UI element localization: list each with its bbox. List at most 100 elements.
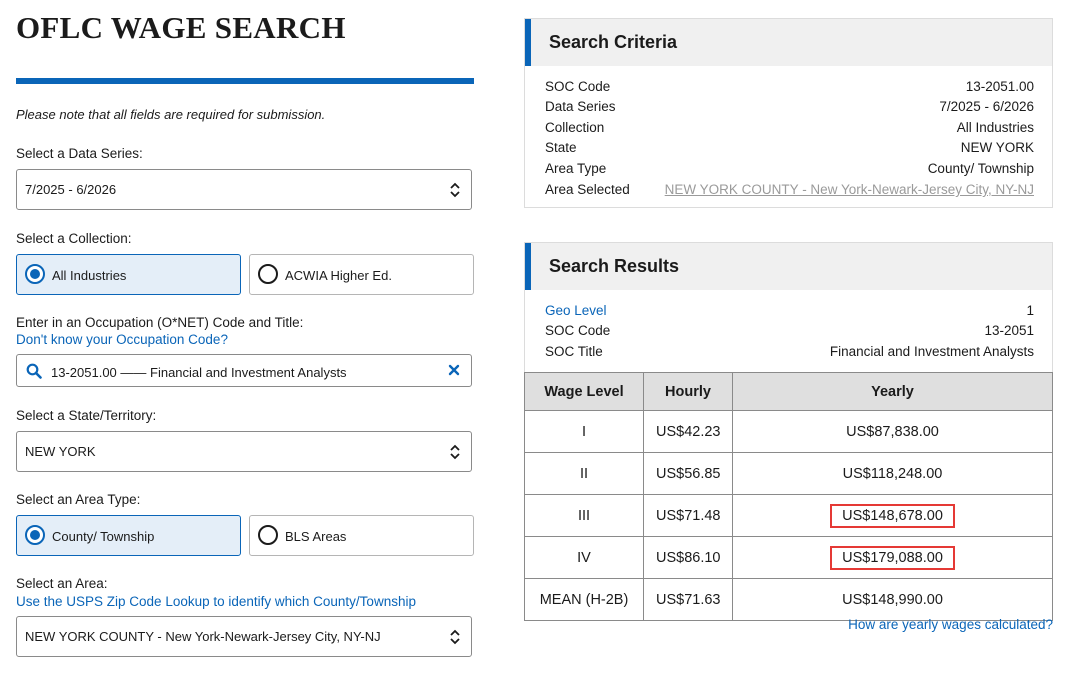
yearly-cell: US$148,990.00 xyxy=(732,578,1053,621)
area-label: Select an Area: xyxy=(16,576,108,591)
criteria-value: 13-2051.00 xyxy=(965,79,1034,94)
occupation-search-input[interactable]: 13-2051.00 —— Financial and Investment A… xyxy=(16,354,472,387)
clear-icon[interactable] xyxy=(447,363,461,377)
criteria-key: Area Selected xyxy=(545,182,630,197)
result-key: SOC Title xyxy=(545,344,603,359)
select-chevron-icon xyxy=(450,182,460,198)
criteria-row: Area Selected NEW YORK COUNTY - New York… xyxy=(545,182,1034,203)
criteria-key: State xyxy=(545,140,577,155)
criteria-row: Area Type County/ Township xyxy=(545,161,1034,182)
criteria-row: Data Series 7/2025 - 6/2026 xyxy=(545,99,1034,120)
area-value: NEW YORK COUNTY - New York-Newark-Jersey… xyxy=(25,629,381,644)
hourly-cell: US$42.23 xyxy=(643,410,733,453)
result-row: SOC Code 13-2051 xyxy=(545,323,1034,344)
state-label: Select a State/Territory: xyxy=(16,408,157,423)
yearly-value: US$118,248.00 xyxy=(842,465,943,482)
criteria-value: County/ Township xyxy=(927,161,1034,176)
result-value: Financial and Investment Analysts xyxy=(829,344,1034,359)
state-select[interactable]: NEW YORK xyxy=(16,431,472,472)
area-type-option-bls[interactable]: BLS Areas xyxy=(249,515,474,556)
title-divider xyxy=(16,78,474,84)
required-note: Please note that all fields are required… xyxy=(16,107,326,122)
radio-unselected-icon xyxy=(258,264,278,284)
area-select[interactable]: NEW YORK COUNTY - New York-Newark-Jersey… xyxy=(16,616,472,657)
result-value: 1 xyxy=(1026,303,1034,318)
wage-level-cell: I xyxy=(524,410,644,453)
search-criteria-header: Search Criteria xyxy=(525,19,1052,66)
yearly-value: US$148,990.00 xyxy=(842,591,943,608)
yearly-cell: US$148,678.00 xyxy=(732,494,1053,537)
table-row: III US$71.48 US$148,678.00 xyxy=(524,494,1053,537)
yearly-cell: US$179,088.00 xyxy=(732,536,1053,579)
wage-table-header-row: Wage Level Hourly Yearly xyxy=(524,372,1053,411)
yearly-value-highlighted: US$148,678.00 xyxy=(830,503,955,528)
yearly-cell: US$118,248.00 xyxy=(732,452,1053,495)
area-type-option-county[interactable]: County/ Township xyxy=(16,515,241,556)
collection-option-all-industries[interactable]: All Industries xyxy=(16,254,241,295)
yearly-cell: US$87,838.00 xyxy=(732,410,1053,453)
collection-option-label: All Industries xyxy=(52,268,127,283)
geo-level-link[interactable]: Geo Level xyxy=(545,303,607,318)
search-results-panel: Search Results Geo Level 1 SOC Code 13-2… xyxy=(524,242,1053,373)
criteria-row: SOC Code 13-2051.00 xyxy=(545,79,1034,100)
area-selected-link[interactable]: NEW YORK COUNTY - New York-Newark-Jersey… xyxy=(665,182,1034,197)
hourly-cell: US$56.85 xyxy=(643,452,733,495)
table-row: IV US$86.10 US$179,088.00 xyxy=(524,536,1053,579)
criteria-value: NEW YORK xyxy=(960,140,1034,155)
collection-option-acwia[interactable]: ACWIA Higher Ed. xyxy=(249,254,474,295)
zip-lookup-link[interactable]: Use the USPS Zip Code Lookup to identify… xyxy=(16,594,416,609)
column-header: Yearly xyxy=(732,372,1053,411)
data-series-select[interactable]: 7/2025 - 6/2026 xyxy=(16,169,472,210)
result-row: Geo Level 1 xyxy=(545,303,1034,324)
result-key: SOC Code xyxy=(545,323,611,338)
radio-selected-icon xyxy=(25,525,45,545)
table-row: MEAN (H-2B) US$71.63 US$148,990.00 xyxy=(524,578,1053,621)
criteria-key: Area Type xyxy=(545,161,607,176)
result-row: SOC Title Financial and Investment Analy… xyxy=(545,344,1034,365)
state-value: NEW YORK xyxy=(25,444,96,459)
wage-level-cell: III xyxy=(524,494,644,537)
search-results-header: Search Results xyxy=(525,243,1052,290)
criteria-row: Collection All Industries xyxy=(545,120,1034,141)
occupation-value: 13-2051.00 —— Financial and Investment A… xyxy=(51,365,347,380)
table-row: II US$56.85 US$118,248.00 xyxy=(524,452,1053,495)
yearly-value-highlighted: US$179,088.00 xyxy=(830,545,955,570)
search-criteria-heading: Search Criteria xyxy=(549,32,678,52)
data-series-label: Select a Data Series: xyxy=(16,146,143,161)
criteria-row: State NEW YORK xyxy=(545,140,1034,161)
search-icon xyxy=(26,363,42,379)
search-results-heading: Search Results xyxy=(549,256,680,276)
wage-level-cell: MEAN (H-2B) xyxy=(524,578,644,621)
column-header: Wage Level xyxy=(524,372,644,411)
occupation-label: Enter in an Occupation (O*NET) Code and … xyxy=(16,315,304,330)
wage-level-cell: II xyxy=(524,452,644,495)
select-chevron-icon xyxy=(450,444,460,460)
result-value: 13-2051 xyxy=(984,323,1034,338)
radio-unselected-icon xyxy=(258,525,278,545)
search-criteria-panel: Search Criteria SOC Code 13-2051.00 Data… xyxy=(524,18,1053,208)
select-chevron-icon xyxy=(450,629,460,645)
yearly-value: US$87,838.00 xyxy=(846,423,939,440)
area-type-option-label: County/ Township xyxy=(52,529,155,544)
area-type-label: Select an Area Type: xyxy=(16,492,141,507)
hourly-cell: US$71.48 xyxy=(643,494,733,537)
collection-option-label: ACWIA Higher Ed. xyxy=(285,268,392,283)
collection-label: Select a Collection: xyxy=(16,231,132,246)
table-row: I US$42.23 US$87,838.00 xyxy=(524,410,1053,453)
radio-selected-icon xyxy=(25,264,45,284)
data-series-value: 7/2025 - 6/2026 xyxy=(25,182,117,197)
criteria-key: Data Series xyxy=(545,99,616,114)
criteria-value: All Industries xyxy=(956,120,1034,135)
criteria-key: Collection xyxy=(545,120,605,135)
hourly-cell: US$71.63 xyxy=(643,578,733,621)
occupation-help-link[interactable]: Don't know your Occupation Code? xyxy=(16,332,228,347)
wage-level-cell: IV xyxy=(524,536,644,579)
yearly-wages-calc-link[interactable]: How are yearly wages calculated? xyxy=(848,617,1053,632)
criteria-key: SOC Code xyxy=(545,79,611,94)
column-header: Hourly xyxy=(643,372,733,411)
page-title: OFLC WAGE SEARCH xyxy=(16,10,346,45)
hourly-cell: US$86.10 xyxy=(643,536,733,579)
criteria-value: 7/2025 - 6/2026 xyxy=(939,99,1034,114)
area-type-option-label: BLS Areas xyxy=(285,529,347,544)
wage-table: Wage Level Hourly Yearly I US$42.23 US$8… xyxy=(524,372,1053,621)
